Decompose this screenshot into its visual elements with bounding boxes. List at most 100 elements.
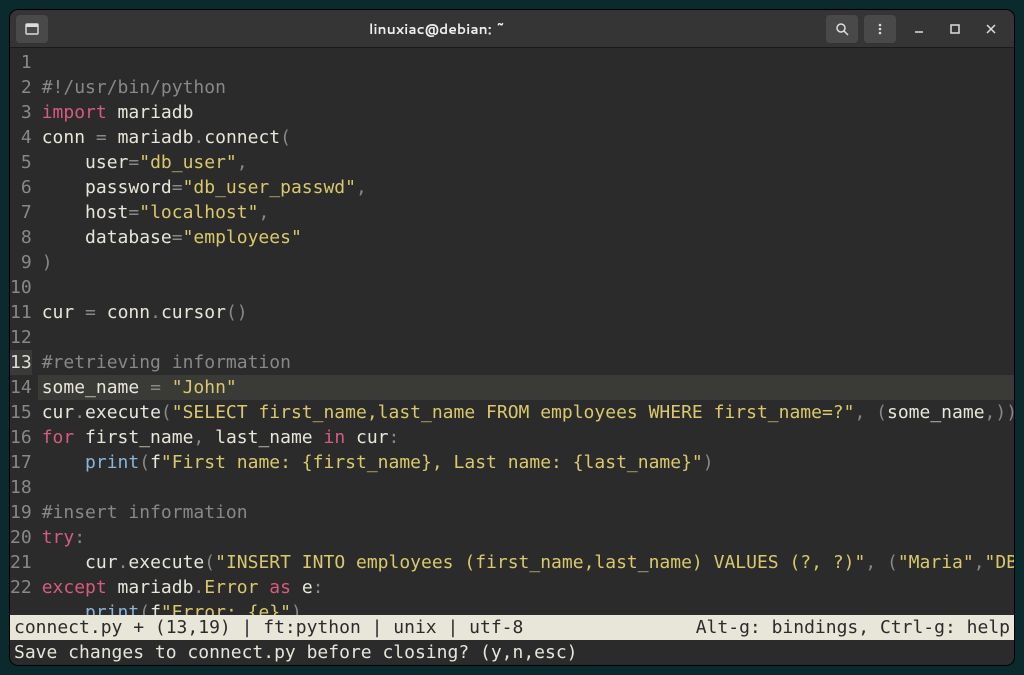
code-token: cur <box>85 552 118 573</box>
code-token: ( <box>280 127 291 148</box>
code-token: ( <box>139 602 150 615</box>
window-title: linuxiac@debian: ~ <box>54 19 820 39</box>
code-token: first_name <box>74 427 193 448</box>
code-token: "employees" <box>183 227 302 248</box>
code-token: "First name: {first_name}, Last name: {l… <box>161 452 703 473</box>
code-token: some_name <box>887 402 985 423</box>
close-button[interactable] <box>974 15 1008 43</box>
code-token <box>42 602 85 615</box>
code-token: database <box>42 227 172 248</box>
line-number: 13 <box>10 350 32 375</box>
code-token: "db_user" <box>139 152 237 173</box>
menu-button[interactable] <box>864 15 896 43</box>
code-token: , <box>974 552 985 573</box>
code-token: mariadb <box>118 127 194 148</box>
code-token: e <box>291 577 313 598</box>
code-token: , ( <box>865 552 898 573</box>
code-token: "John" <box>172 377 237 398</box>
terminal-window: linuxiac@debian: ~ 123456789101112131415… <box>10 10 1014 665</box>
new-tab-button[interactable] <box>16 15 48 43</box>
code-token: "localhost" <box>139 202 258 223</box>
code-token: except <box>42 577 107 598</box>
line-number: 8 <box>10 225 32 250</box>
code-content[interactable]: #!/usr/bin/python import mariadb conn = ma… <box>38 48 1014 615</box>
code-token: cur <box>42 402 75 423</box>
line-number: 6 <box>10 175 32 200</box>
code-token: import <box>42 102 107 123</box>
titlebar: linuxiac@debian: ~ <box>10 10 1014 48</box>
maximize-button[interactable] <box>938 15 972 43</box>
search-button[interactable] <box>826 15 858 43</box>
code-token: . <box>193 127 204 148</box>
code-token: "db_user_passwd" <box>183 177 356 198</box>
code-token: = <box>128 202 139 223</box>
line-number: 2 <box>10 75 32 100</box>
minimize-button[interactable] <box>902 15 936 43</box>
code-token: : <box>389 427 400 448</box>
code-token: , <box>193 427 215 448</box>
code-token: , <box>258 202 269 223</box>
code-token: #retrieving information <box>42 352 291 373</box>
code-token: : <box>313 577 324 598</box>
code-token: Error <box>204 577 269 598</box>
line-number: 5 <box>10 150 32 175</box>
code-token: execute <box>128 552 204 573</box>
line-number: 14 <box>10 375 32 400</box>
code-token: ( <box>204 552 215 573</box>
code-token: . <box>74 402 85 423</box>
code-token: "Error: {e}" <box>161 602 291 615</box>
code-token: ) <box>42 252 53 273</box>
line-number: 15 <box>10 400 32 425</box>
code-token: ,)) <box>985 402 1014 423</box>
line-number: 21 <box>10 550 32 575</box>
code-token: . <box>150 302 161 323</box>
code-token: = <box>172 227 183 248</box>
code-token: conn <box>107 302 150 323</box>
code-token: "DB" <box>985 552 1014 573</box>
code-token: #!/usr/bin/python <box>42 77 226 98</box>
code-token: last_name <box>215 427 323 448</box>
line-number: 1 <box>10 50 32 75</box>
code-token: print <box>85 602 139 615</box>
code-token: , <box>356 177 367 198</box>
line-number: 22 <box>10 575 32 600</box>
code-token: user <box>42 152 129 173</box>
code-token: password <box>42 177 172 198</box>
code-token: cur <box>42 302 85 323</box>
line-number: 16 <box>10 425 32 450</box>
code-token: print <box>85 452 139 473</box>
code-token: : <box>74 527 85 548</box>
line-number: 19 <box>10 500 32 525</box>
code-token: #insert information <box>42 502 248 523</box>
code-token: in <box>323 427 345 448</box>
code-token: = <box>150 377 172 398</box>
code-token: "Maria" <box>898 552 974 573</box>
code-token: ( <box>161 402 172 423</box>
line-number: 7 <box>10 200 32 225</box>
line-number: 9 <box>10 250 32 275</box>
code-token: = <box>96 127 118 148</box>
code-token: "SELECT first_name,last_name FROM employ… <box>172 402 855 423</box>
editor-area[interactable]: 12345678910111213141516171819202122 #!/u… <box>10 48 1014 615</box>
code-token: ( <box>139 452 150 473</box>
window-controls <box>902 15 1008 43</box>
line-number: 17 <box>10 450 32 475</box>
status-bar: connect.py + (13,19) | ft:python | unix … <box>10 615 1014 640</box>
status-right: Alt-g: bindings, Ctrl-g: help <box>696 617 1010 638</box>
code-token: f <box>150 452 161 473</box>
code-token: () <box>226 302 248 323</box>
code-token: = <box>172 177 183 198</box>
code-token: mariadb <box>107 577 194 598</box>
status-left: connect.py + (13,19) | ft:python | unix … <box>14 617 696 638</box>
line-number-gutter: 12345678910111213141516171819202122 <box>10 48 38 615</box>
code-token: . <box>193 577 204 598</box>
code-token: host <box>42 202 129 223</box>
code-token: ) <box>291 602 302 615</box>
line-number: 11 <box>10 300 32 325</box>
code-token: execute <box>85 402 161 423</box>
save-prompt[interactable]: Save changes to connect.py before closin… <box>10 640 1014 665</box>
code-token: cursor <box>161 302 226 323</box>
line-number: 18 <box>10 475 32 500</box>
code-token: mariadb <box>107 102 194 123</box>
line-number: 12 <box>10 325 32 350</box>
